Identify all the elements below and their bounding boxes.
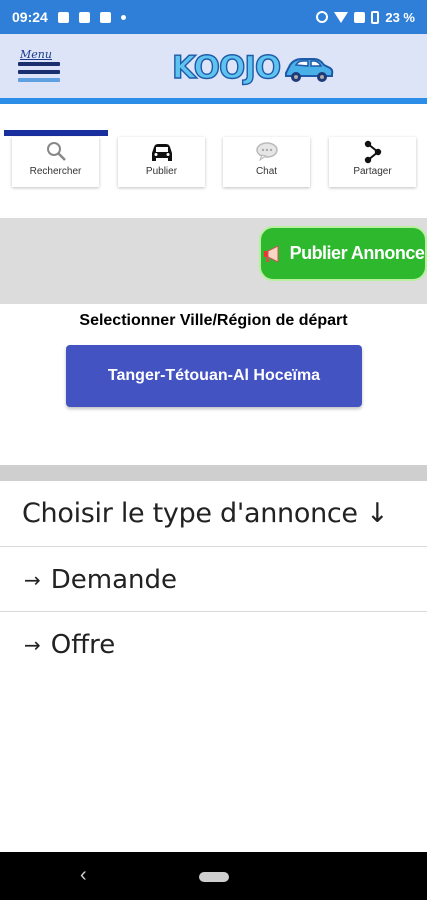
- megaphone-icon: [263, 244, 279, 263]
- back-icon[interactable]: ‹: [80, 864, 87, 887]
- car-icon: [151, 144, 172, 161]
- list-item-demande[interactable]: → Demande: [0, 548, 427, 612]
- list-item-label: Offre: [50, 630, 116, 660]
- list-item-offre[interactable]: → Offre: [0, 613, 427, 677]
- region-selected-label: Tanger-Tétouan-Al Hoceïma: [107, 367, 321, 384]
- ad-type-title: Choisir le type d'annonce ↓: [22, 498, 389, 529]
- status-bar: 09:24 23 %: [0, 0, 427, 34]
- hamburger-line: [18, 78, 60, 82]
- active-tab-indicator: [4, 130, 108, 136]
- hamburger-icon: [18, 62, 60, 66]
- publish-tool-button[interactable]: Publier: [118, 137, 205, 187]
- share-button-label: Partager: [353, 166, 392, 177]
- section-divider: [0, 465, 427, 481]
- status-time: 09:24: [12, 9, 48, 25]
- app-logo: KOOJO: [171, 49, 334, 87]
- search-button-label: Rechercher: [29, 166, 82, 177]
- battery-icon: [371, 10, 380, 24]
- system-nav-bar: ‹: [0, 852, 427, 900]
- more-notifications-icon: [120, 14, 126, 20]
- car-logo-icon: [285, 58, 334, 82]
- menu-button[interactable]: Menu: [18, 48, 64, 88]
- publish-ad-label: Publier Annonce: [289, 243, 425, 263]
- search-icon: [46, 142, 66, 161]
- menu-label: Menu: [20, 48, 52, 61]
- arrow-right-icon: →: [24, 633, 41, 657]
- divider: [0, 611, 427, 612]
- publish-tool-label: Publier: [145, 166, 178, 177]
- search-button[interactable]: Rechercher: [12, 137, 99, 187]
- chat-icon: [255, 142, 278, 162]
- airplane-notification-icon: [99, 11, 111, 23]
- share-icon: [364, 140, 381, 164]
- region-prompt: Selectionner Ville/Région de départ: [79, 312, 348, 329]
- facebook-notification-icon: [78, 11, 90, 23]
- home-pill-icon[interactable]: [199, 872, 229, 882]
- wifi-icon: [334, 11, 349, 23]
- signal-icon: [354, 11, 366, 23]
- divider: [0, 546, 427, 547]
- hamburger-line: [18, 70, 60, 74]
- alarm-icon: [316, 11, 329, 23]
- chat-button-label: Chat: [255, 166, 278, 177]
- arrow-right-icon: →: [24, 568, 41, 592]
- battery-percent: 23 %: [385, 9, 415, 25]
- list-item-label: Demande: [50, 565, 178, 595]
- region-select-button[interactable]: Tanger-Tétouan-Al Hoceïma: [66, 345, 362, 407]
- share-button[interactable]: Partager: [329, 137, 416, 187]
- logo-text: KOOJO: [171, 49, 282, 86]
- chat-button[interactable]: Chat: [223, 137, 310, 187]
- image-notification-icon: [57, 11, 69, 23]
- publish-ad-button[interactable]: Publier Annonce: [259, 226, 427, 281]
- header-accent-line: [0, 98, 427, 104]
